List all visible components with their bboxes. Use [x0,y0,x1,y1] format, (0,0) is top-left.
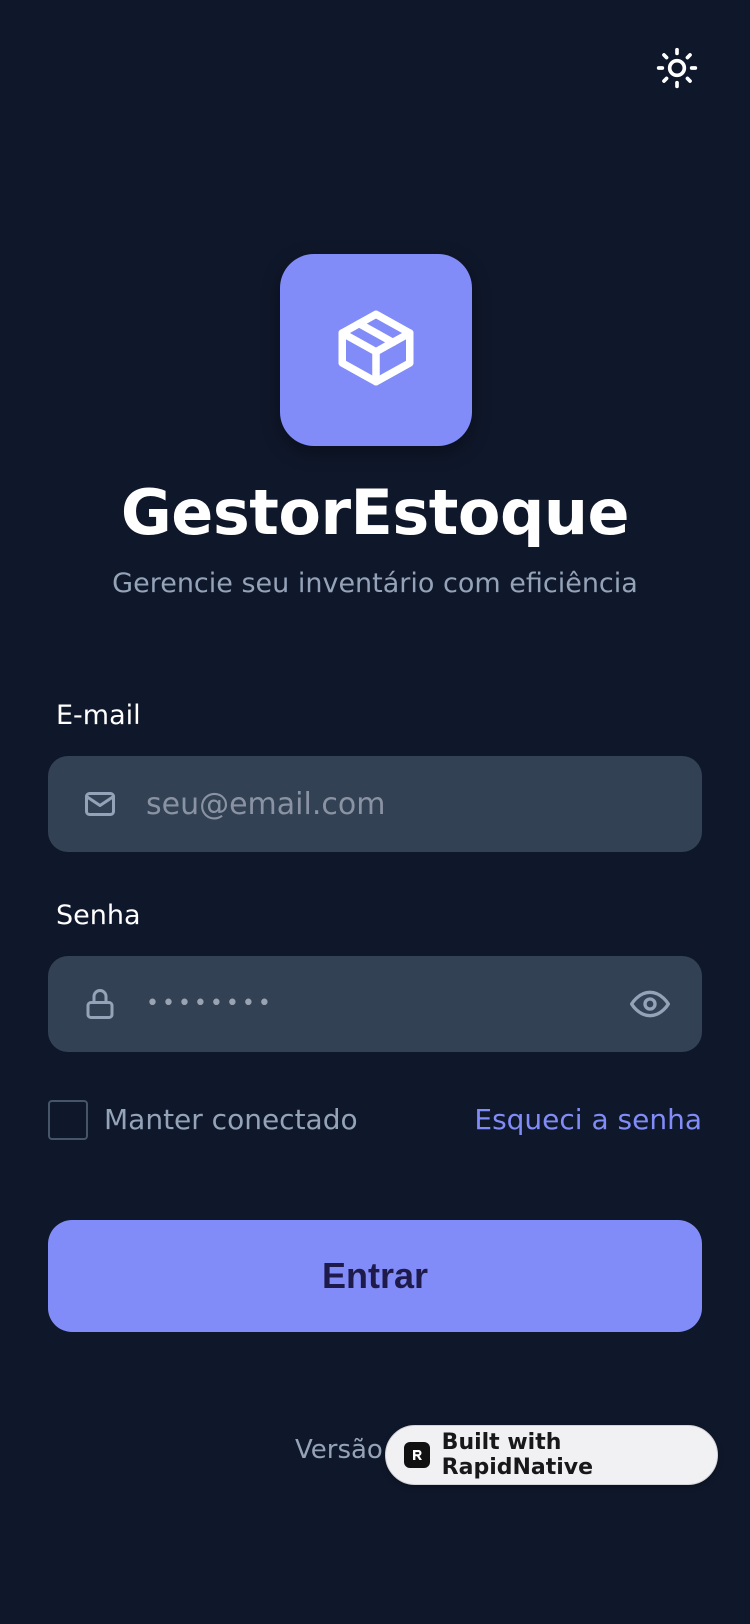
app-title: GestorEstoque [120,476,630,549]
app-subtitle: Gerencie seu inventário com eficiência [112,568,638,599]
app-logo [280,254,472,446]
lock-icon [82,986,118,1022]
package-box-icon [331,303,421,397]
rapidnative-logo-icon [404,1442,430,1468]
remember-me-checkbox[interactable] [48,1100,88,1140]
password-input[interactable]: •••••••• [146,956,274,1052]
password-label: Senha [56,900,141,931]
badge-label: Built with RapidNative [441,1430,594,1480]
login-button[interactable]: Entrar [48,1220,702,1332]
sun-icon [655,46,699,94]
email-label: E-mail [56,700,141,731]
email-input[interactable] [146,756,666,852]
login-button-label: Entrar [321,1255,429,1296]
remember-me-label[interactable]: Manter conectado [104,1100,358,1140]
eye-icon[interactable] [630,984,670,1024]
forgot-password-link[interactable]: Esqueci a senha [474,1100,702,1140]
password-field[interactable]: •••••••• [48,956,702,1052]
mail-icon [82,786,118,822]
theme-toggle-button[interactable] [652,45,702,95]
version-text: Versão [295,1435,383,1465]
email-field[interactable] [48,756,702,852]
login-screen: GestorEstoque Gerencie seu inventário co… [0,0,750,1624]
built-with-badge[interactable]: Built with RapidNative [385,1425,718,1485]
